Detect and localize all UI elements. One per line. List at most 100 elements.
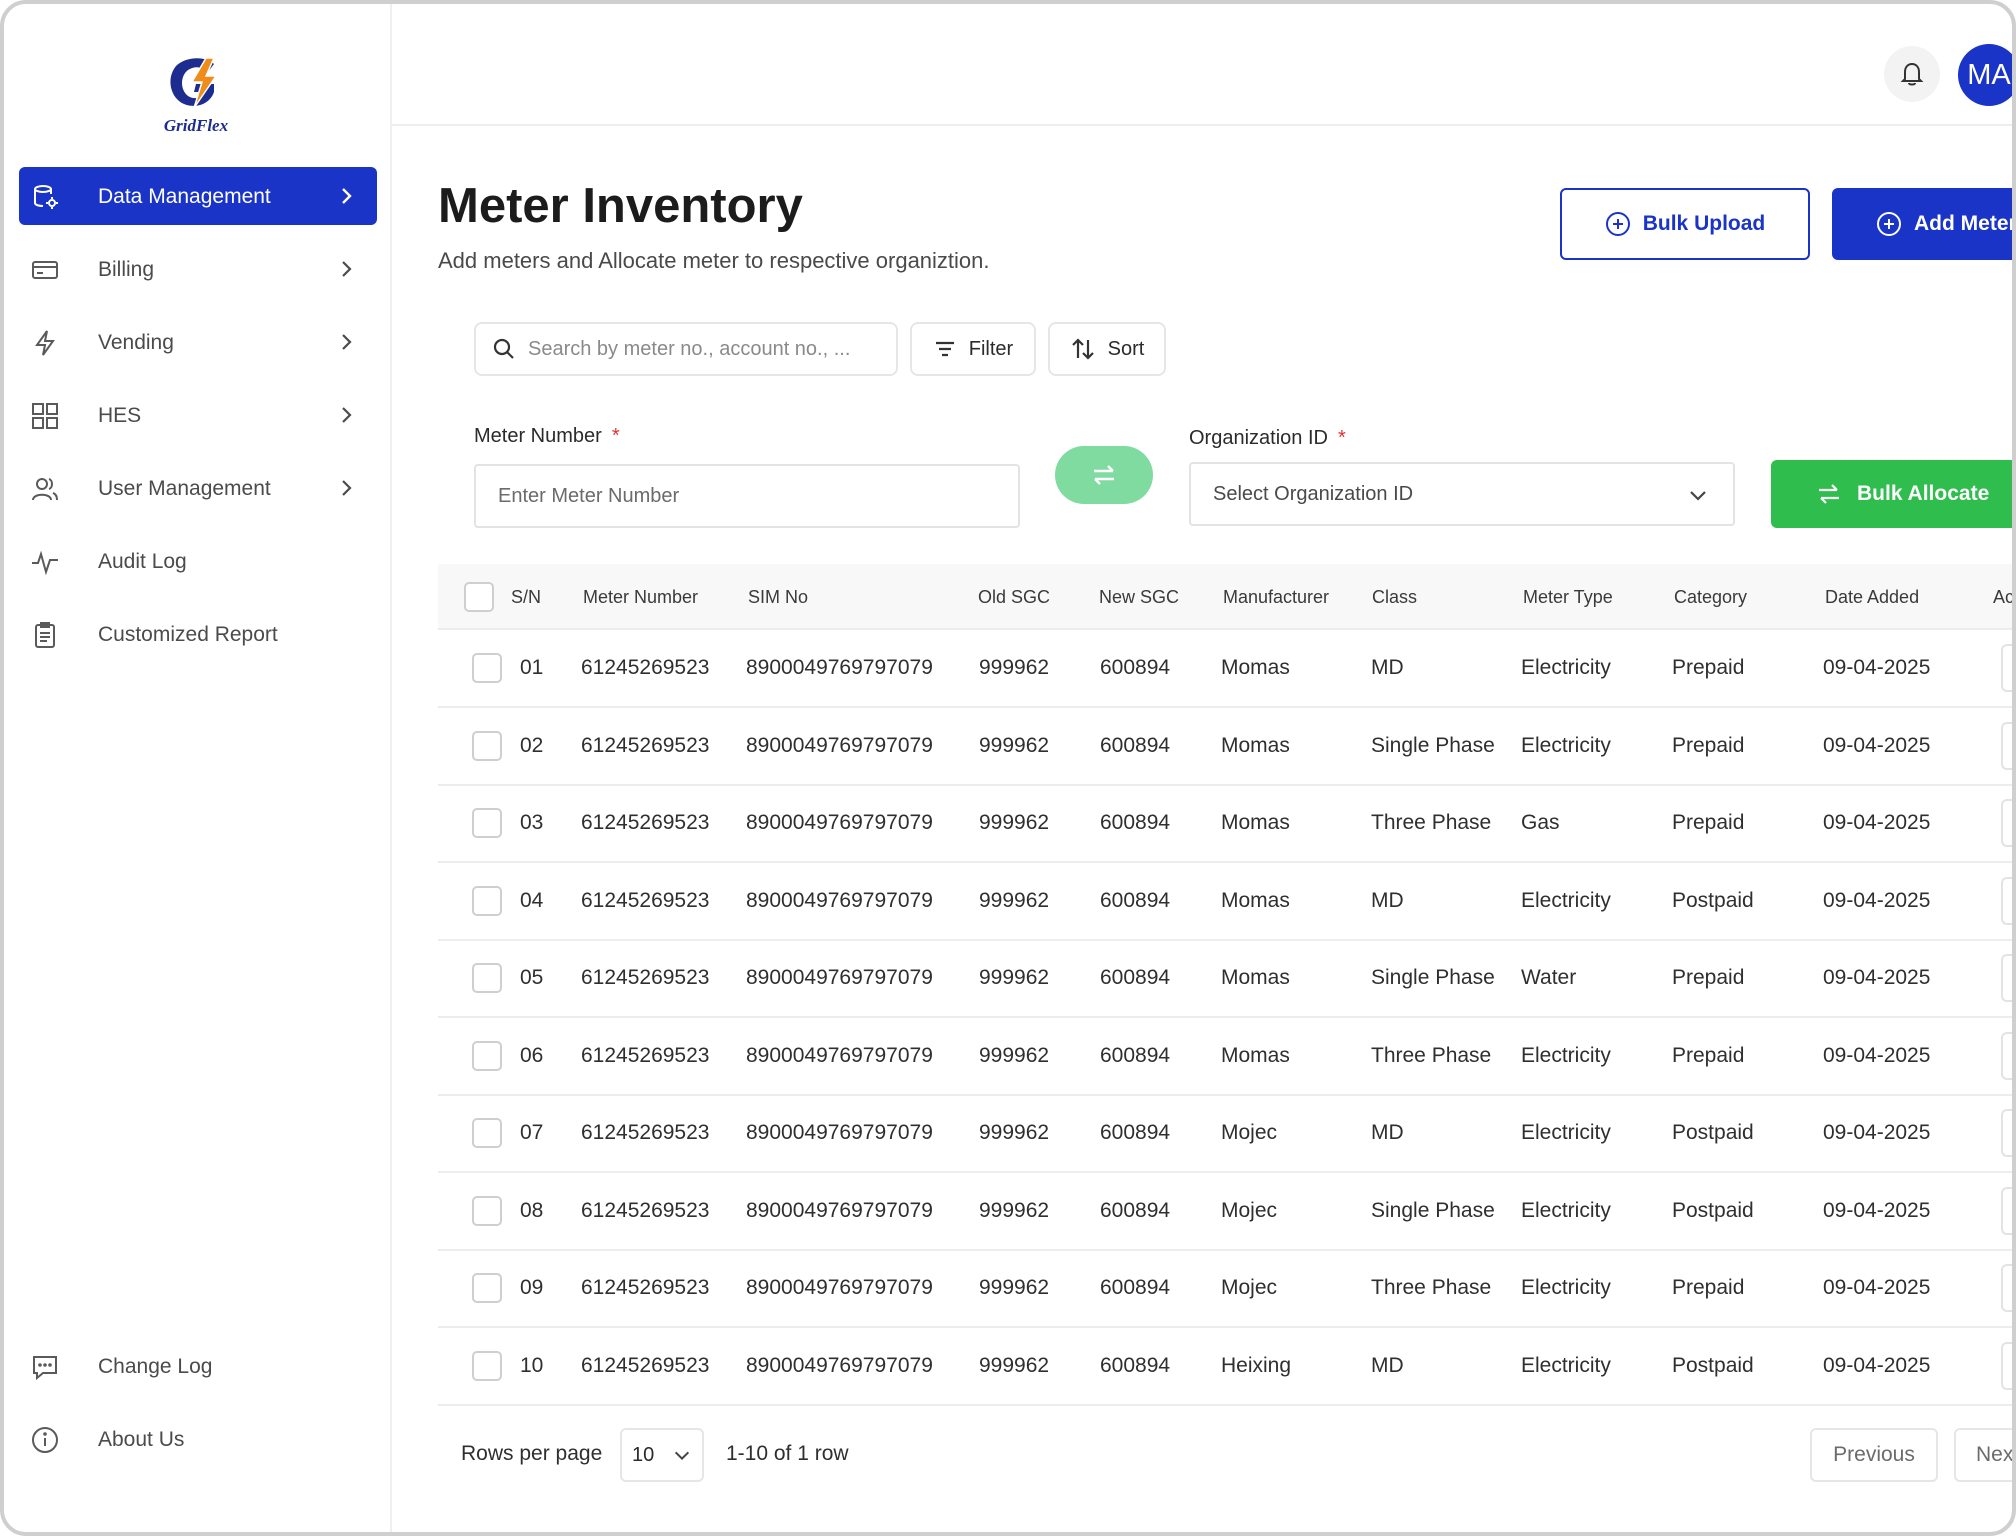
sidebar-item-change-log[interactable]: Change Log [19,1337,377,1395]
search-icon [493,338,514,359]
table-row[interactable]: 08 61245269523 8900049769797079 999962 60089… [438,1173,2012,1251]
row-action-button[interactable] [2001,1173,2012,1249]
user-avatar[interactable]: MA [1958,44,2012,106]
row-action-button[interactable] [2001,1095,2012,1171]
select-all-checkbox[interactable] [464,564,494,630]
cell-new-sgc: 600894 [1100,1043,1171,1067]
row-checkbox[interactable] [472,785,502,861]
row-checkbox[interactable] [472,1173,502,1249]
row-action-button[interactable] [2001,630,2012,706]
column-header-meter-type[interactable]: Meter Type [1523,564,1613,630]
sort-button[interactable]: Sort [1048,322,1166,376]
row-checkbox[interactable] [472,708,502,784]
table-row[interactable]: 02 61245269523 8900049769797079 999962 60089… [438,708,2012,786]
column-header-new-sgc[interactable]: New SGC [1099,564,1179,630]
table-row[interactable]: 10 61245269523 8900049769797079 999962 60089… [438,1328,2012,1406]
column-header-actions: Act [1993,586,2015,607]
cell-manufacturer: Momas [1221,811,1290,834]
cell-meter-type: Electricity [1521,733,1611,757]
sidebar-item-vending[interactable]: Vending [19,313,377,371]
column-header-sim-no[interactable]: SIM No [748,564,808,630]
column-header-category[interactable]: Category [1674,564,1747,630]
rows-per-page-label: Rows per page [461,1442,603,1465]
row-action-button[interactable] [2001,1328,2012,1404]
row-action-button[interactable] [2001,785,2012,861]
filter-label: Filter [968,337,1014,360]
column-header-sn[interactable]: S/N [511,564,541,630]
column-header-class[interactable]: Class [1372,564,1417,630]
bulk-upload-button[interactable]: Bulk Upload [1560,188,1810,260]
cell-meter-type: Gas [1521,811,1560,834]
column-header-manufacturer[interactable]: Manufacturer [1223,564,1329,630]
sidebar: GridFlex Data Management Billing Vending… [4,4,392,1532]
table-row[interactable]: 09 61245269523 8900049769797079 999962 60089… [438,1250,2012,1328]
cell-meter-type: Electricity [1521,888,1611,912]
row-action-button[interactable] [2001,940,2012,1016]
table-row[interactable]: 03 61245269523 8900049769797079 999962 60089… [438,785,2012,863]
cell-old-sgc: 999962 [979,733,1050,757]
gridflex-logo[interactable]: GridFlex [156,52,236,142]
row-checkbox[interactable] [472,1328,502,1404]
plus-circle-icon [1877,212,1901,236]
filter-button[interactable]: Filter [910,322,1036,376]
bell-icon [1900,62,1924,86]
notifications-button[interactable] [1884,46,1940,102]
table-row[interactable]: 05 61245269523 8900049769797079 999962 60089… [438,940,2012,1018]
row-action-button[interactable] [2001,1250,2012,1326]
row-checkbox[interactable] [472,1095,502,1171]
cell-sn: 09 [520,1276,544,1299]
column-header-old-sgc[interactable]: Old SGC [978,564,1050,630]
column-header-meter-number[interactable]: Meter Number [583,564,698,630]
cell-new-sgc: 600894 [1100,1198,1171,1222]
cell-old-sgc: 999962 [979,1043,1050,1067]
sidebar-item-hes[interactable]: HES [19,386,377,444]
sidebar-item-about-us[interactable]: About Us [19,1410,377,1468]
column-header-date-added[interactable]: Date Added [1825,564,1919,630]
sidebar-item-user-management[interactable]: User Management [19,459,377,517]
sidebar-item-customized-report[interactable]: Customized Report [19,605,377,663]
add-meter-button[interactable]: Add Meter [1832,188,2012,260]
cell-class: Three Phase [1371,811,1492,834]
cell-old-sgc: 999962 [979,966,1050,989]
table-row[interactable]: 04 61245269523 8900049769797079 999962 60089… [438,863,2012,941]
row-checkbox[interactable] [472,1018,502,1094]
cell-manufacturer: Momas [1221,733,1290,757]
next-page-button[interactable]: Next [1954,1428,2012,1482]
cell-manufacturer: Heixing [1221,1353,1292,1377]
pagination-range: 1-10 of 1 row [726,1442,849,1465]
meter-number-field[interactable]: Enter Meter Number [474,464,1020,528]
cell-sn: 02 [520,733,544,757]
table-row[interactable]: 01 61245269523 8900049769797079 999962 60089… [438,630,2012,708]
chevron-right-icon [342,188,352,204]
cell-old-sgc: 999962 [979,811,1050,834]
organization-id-label: Organization ID * [1189,427,1346,449]
swap-button[interactable] [1055,446,1153,504]
sidebar-item-audit-log[interactable]: Audit Log [19,532,377,590]
cell-manufacturer: Mojec [1221,1198,1278,1222]
cell-date-added: 09-04-2025 [1823,811,1931,834]
organization-id-select[interactable]: Select Organization ID [1189,462,1735,526]
cell-sim-no: 8900049769797079 [746,1121,933,1144]
sidebar-item-label: Change Log [98,1355,213,1378]
bulk-allocate-button[interactable]: Bulk Allocate [1771,460,2012,528]
rows-per-page-select[interactable]: 10 [620,1428,704,1482]
search-input[interactable]: Search by meter no., account no., ... [474,322,898,376]
row-action-button[interactable] [2001,708,2012,784]
table-row[interactable]: 07 61245269523 8900049769797079 999962 60089… [438,1095,2012,1173]
cell-class: Three Phase [1371,1276,1492,1299]
meter-number-label: Meter Number * [474,425,620,447]
previous-page-button[interactable]: Previous [1810,1428,1938,1482]
row-action-button[interactable] [2001,863,2012,939]
row-checkbox[interactable] [472,1250,502,1326]
cell-new-sgc: 600894 [1100,656,1171,679]
cell-meter-type: Electricity [1521,1276,1611,1299]
row-checkbox[interactable] [472,630,502,706]
row-checkbox[interactable] [472,940,502,1016]
cell-manufacturer: Momas [1221,656,1290,679]
table-row[interactable]: 06 61245269523 8900049769797079 999962 60089… [438,1018,2012,1096]
row-action-button[interactable] [2001,1018,2012,1094]
cell-meter-number: 61245269523 [581,656,710,679]
sidebar-item-billing[interactable]: Billing [19,240,377,298]
row-checkbox[interactable] [472,863,502,939]
sidebar-item-data-management[interactable]: Data Management [19,167,377,225]
